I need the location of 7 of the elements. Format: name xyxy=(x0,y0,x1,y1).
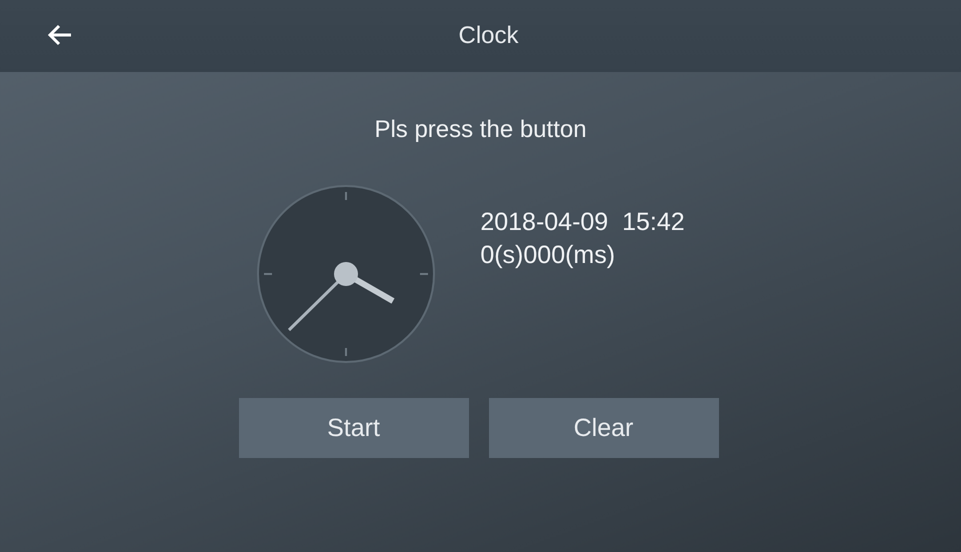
action-button[interactable]: Clear xyxy=(488,398,718,458)
back-arrow-icon xyxy=(47,24,73,46)
date-time-text: 2018-04-09 15:42 xyxy=(480,208,685,237)
prompt-text: Pls press the button xyxy=(374,116,587,144)
action-button[interactable]: Start xyxy=(238,398,468,458)
screen-title: Clock xyxy=(458,22,518,50)
timer-text: 0(s)000(ms) xyxy=(480,241,616,270)
